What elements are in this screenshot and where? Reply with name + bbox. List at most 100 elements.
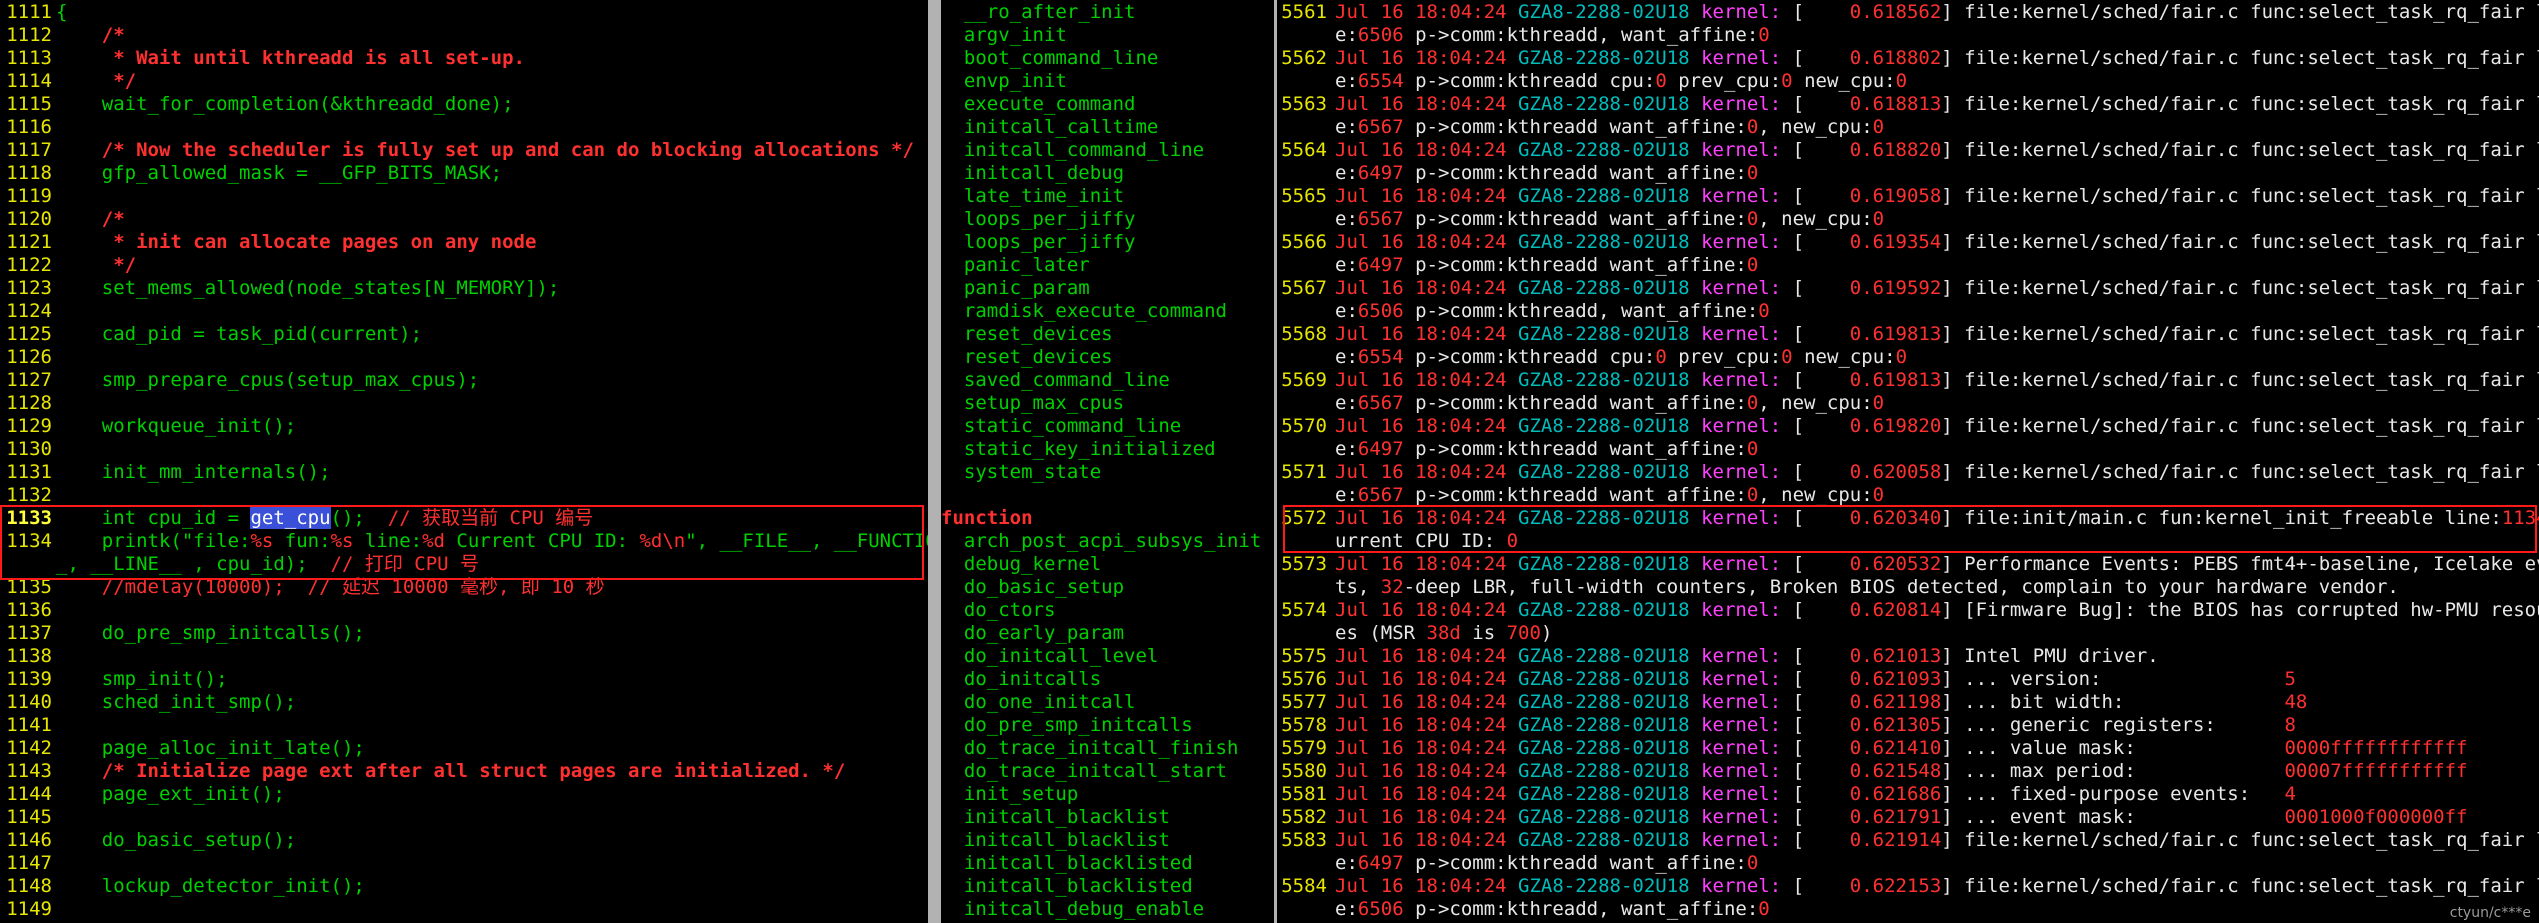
- code-line[interactable]: 1113 * Wait until kthreadd is all set-up…: [0, 47, 525, 70]
- log-line[interactable]: 5564 Jul 16 18:04:24 GZA8-2288-02U18 kern…: [1277, 139, 2539, 162]
- code-line[interactable]: 1114 */: [0, 70, 136, 93]
- tag-list-item[interactable]: initcall_debug_enable: [941, 898, 1204, 921]
- tag-list-item[interactable]: do_basic_setup: [941, 576, 1124, 599]
- code-line[interactable]: 1124: [0, 300, 56, 323]
- code-line[interactable]: 1115 wait_for_completion(&kthreadd_done)…: [0, 93, 513, 116]
- log-line[interactable]: e:6567 p->comm:kthreadd want_affine:0, n…: [1277, 116, 1884, 139]
- code-line[interactable]: 1139 smp_init();: [0, 668, 227, 691]
- kernel-log-pane[interactable]: 5561 Jul 16 18:04:24 GZA8-2288-02U18 kern…: [1277, 0, 2539, 923]
- tag-list-item[interactable]: do_one_initcall: [941, 691, 1136, 714]
- log-line[interactable]: 5581 Jul 16 18:04:24 GZA8-2288-02U18 kern…: [1277, 783, 2296, 806]
- tag-list-item[interactable]: late_time_init: [941, 185, 1124, 208]
- tag-list-item[interactable]: static_key_initialized: [941, 438, 1216, 461]
- log-line[interactable]: e:6497 p->comm:kthreadd want_affine:0: [1277, 852, 1758, 875]
- log-line[interactable]: 5579 Jul 16 18:04:24 GZA8-2288-02U18 kern…: [1277, 737, 2467, 760]
- code-line[interactable]: 1121 * init can allocate pages on any no…: [0, 231, 536, 254]
- tag-list-item[interactable]: saved_command_line: [941, 369, 1170, 392]
- log-line[interactable]: e:6567 p->comm:kthreadd want_affine:0, n…: [1277, 208, 1884, 231]
- tag-list-item[interactable]: arch_post_acpi_subsys_init: [941, 530, 1261, 553]
- tag-list-item[interactable]: execute_command: [941, 93, 1136, 116]
- log-line[interactable]: 5582 Jul 16 18:04:24 GZA8-2288-02U18 kern…: [1277, 806, 2467, 829]
- log-line[interactable]: 5563 Jul 16 18:04:24 GZA8-2288-02U18 kern…: [1277, 93, 2539, 116]
- code-line[interactable]: 1131 init_mm_internals();: [0, 461, 330, 484]
- tag-list-item[interactable]: panic_param: [941, 277, 1090, 300]
- tag-list-item[interactable]: do_ctors: [941, 599, 1056, 622]
- log-line[interactable]: 5584 Jul 16 18:04:24 GZA8-2288-02U18 kern…: [1277, 875, 2539, 898]
- tag-list-item[interactable]: panic_later: [941, 254, 1090, 277]
- log-line[interactable]: e:6497 p->comm:kthreadd want_affine:0: [1277, 438, 1758, 461]
- log-line[interactable]: 5569 Jul 16 18:04:24 GZA8-2288-02U18 kern…: [1277, 369, 2539, 392]
- log-line[interactable]: e:6554 p->comm:kthreadd cpu:0 prev_cpu:0…: [1277, 346, 1907, 369]
- log-line[interactable]: e:6506 p->comm:kthreadd, want_affine:0: [1277, 898, 1770, 921]
- code-line[interactable]: 1137 do_pre_smp_initcalls();: [0, 622, 365, 645]
- code-line[interactable]: 1126: [0, 346, 56, 369]
- code-line[interactable]: 1123 set_mems_allowed(node_states[N_MEMO…: [0, 277, 559, 300]
- tag-list-item[interactable]: argv_init: [941, 24, 1067, 47]
- code-line[interactable]: 1145: [0, 806, 56, 829]
- tag-list-item[interactable]: ramdisk_execute_command: [941, 300, 1227, 323]
- code-line[interactable]: 1128: [0, 392, 56, 415]
- code-line[interactable]: 1119: [0, 185, 56, 208]
- tag-list-item[interactable]: __ro_after_init: [941, 1, 1136, 24]
- code-line[interactable]: 1112 /*: [0, 24, 124, 47]
- vertical-split-divider[interactable]: [928, 0, 941, 923]
- log-line[interactable]: 5567 Jul 16 18:04:24 GZA8-2288-02U18 kern…: [1277, 277, 2539, 300]
- log-line[interactable]: e:6506 p->comm:kthreadd, want_affine:0: [1277, 24, 1770, 47]
- log-line[interactable]: e:6567 p->comm:kthreadd want_affine:0, n…: [1277, 484, 1884, 507]
- log-line[interactable]: 5561 Jul 16 18:04:24 GZA8-2288-02U18 kern…: [1277, 1, 2539, 24]
- tag-list-item[interactable]: initcall_command_line: [941, 139, 1204, 162]
- log-line[interactable]: e:6567 p->comm:kthreadd want_affine:0, n…: [1277, 392, 1884, 415]
- tag-section-header[interactable]: function: [941, 507, 1033, 530]
- tag-list-item[interactable]: loops_per_jiffy: [941, 208, 1136, 231]
- tag-list-item[interactable]: reset_devices: [941, 346, 1113, 369]
- code-line[interactable]: 1144 page_ext_init();: [0, 783, 285, 806]
- code-line[interactable]: 1116: [0, 116, 56, 139]
- tag-list-item[interactable]: do_trace_initcall_start: [941, 760, 1227, 783]
- tag-list-item[interactable]: do_pre_smp_initcalls: [941, 714, 1193, 737]
- log-line[interactable]: e:6497 p->comm:kthreadd want_affine:0: [1277, 254, 1758, 277]
- code-line[interactable]: 1132: [0, 484, 56, 507]
- tag-list-item[interactable]: boot_command_line: [941, 47, 1158, 70]
- log-line[interactable]: 5568 Jul 16 18:04:24 GZA8-2288-02U18 kern…: [1277, 323, 2539, 346]
- log-line[interactable]: 5562 Jul 16 18:04:24 GZA8-2288-02U18 kern…: [1277, 47, 2539, 70]
- log-line[interactable]: 5583 Jul 16 18:04:24 GZA8-2288-02U18 kern…: [1277, 829, 2539, 852]
- tag-list-item[interactable]: reset_devices: [941, 323, 1113, 346]
- tag-list-item[interactable]: initcall_blacklist: [941, 806, 1170, 829]
- tag-list-pane[interactable]: __ro_after_init argv_init boot_command_l…: [941, 0, 1274, 923]
- tag-list-item[interactable]: initcall_blacklist: [941, 829, 1170, 852]
- code-line[interactable]: 1111{: [0, 1, 67, 24]
- log-line[interactable]: 5576 Jul 16 18:04:24 GZA8-2288-02U18 kern…: [1277, 668, 2296, 691]
- code-line[interactable]: 1122 */: [0, 254, 136, 277]
- log-line[interactable]: 5574 Jul 16 18:04:24 GZA8-2288-02U18 kern…: [1277, 599, 2539, 622]
- code-line[interactable]: 1120 /*: [0, 208, 124, 231]
- code-line[interactable]: 1136: [0, 599, 56, 622]
- log-line[interactable]: 5571 Jul 16 18:04:24 GZA8-2288-02U18 kern…: [1277, 461, 2539, 484]
- log-line[interactable]: 5565 Jul 16 18:04:24 GZA8-2288-02U18 kern…: [1277, 185, 2539, 208]
- tag-list-item[interactable]: do_early_param: [941, 622, 1124, 645]
- code-line[interactable]: 1117 /* Now the scheduler is fully set u…: [0, 139, 914, 162]
- tag-list-item[interactable]: initcall_debug: [941, 162, 1124, 185]
- log-line[interactable]: 5575 Jul 16 18:04:24 GZA8-2288-02U18 kern…: [1277, 645, 2158, 668]
- tag-list-item[interactable]: static_command_line: [941, 415, 1181, 438]
- code-line[interactable]: 1143 /* Initialize page ext after all st…: [0, 760, 845, 783]
- tag-list-item[interactable]: do_initcalls: [941, 668, 1101, 691]
- tag-list-item[interactable]: debug_kernel: [941, 553, 1101, 576]
- log-line[interactable]: ts, 32-deep LBR, full-width counters, Br…: [1277, 576, 2399, 599]
- code-line[interactable]: 1149: [0, 898, 56, 921]
- log-line[interactable]: 5573 Jul 16 18:04:24 GZA8-2288-02U18 kern…: [1277, 553, 2539, 576]
- code-line[interactable]: 1125 cad_pid = task_pid(current);: [0, 323, 422, 346]
- code-line[interactable]: 1148 lockup_detector_init();: [0, 875, 365, 898]
- code-line[interactable]: 1118 gfp_allowed_mask = __GFP_BITS_MASK;: [0, 162, 502, 185]
- code-line[interactable]: 1127 smp_prepare_cpus(setup_max_cpus);: [0, 369, 479, 392]
- tag-list-item[interactable]: envp_init: [941, 70, 1067, 93]
- tag-list-item[interactable]: system_state: [941, 461, 1101, 484]
- log-line[interactable]: 5580 Jul 16 18:04:24 GZA8-2288-02U18 kern…: [1277, 760, 2467, 783]
- code-line[interactable]: 1130: [0, 438, 56, 461]
- tag-list-item[interactable]: do_initcall_level: [941, 645, 1158, 668]
- log-line[interactable]: 5566 Jul 16 18:04:24 GZA8-2288-02U18 kern…: [1277, 231, 2539, 254]
- log-line[interactable]: 5570 Jul 16 18:04:24 GZA8-2288-02U18 kern…: [1277, 415, 2539, 438]
- tag-list-item[interactable]: initcall_calltime: [941, 116, 1158, 139]
- log-line[interactable]: e:6554 p->comm:kthreadd cpu:0 prev_cpu:0…: [1277, 70, 1907, 93]
- code-line[interactable]: 1138: [0, 645, 56, 668]
- log-line[interactable]: 5577 Jul 16 18:04:24 GZA8-2288-02U18 kern…: [1277, 691, 2307, 714]
